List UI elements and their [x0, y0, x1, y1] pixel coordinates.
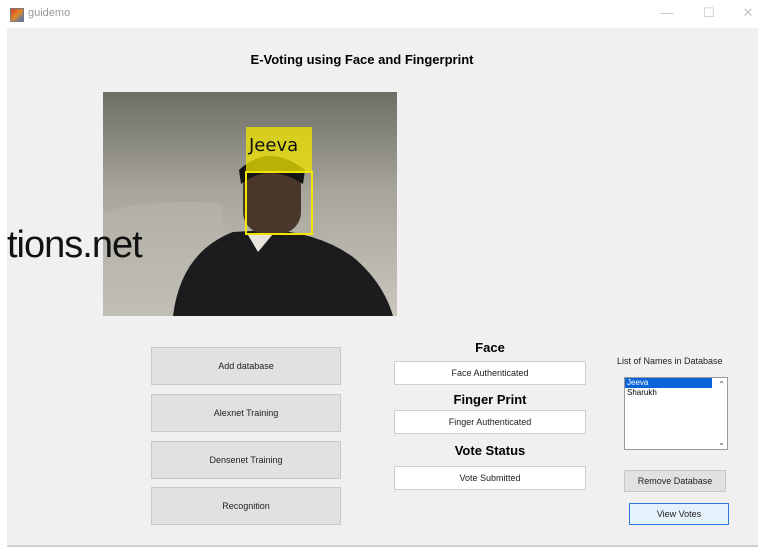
vote-status-field: Vote Submitted — [394, 466, 586, 490]
detected-name-label: Jeeva — [249, 135, 299, 156]
scroll-down-icon[interactable]: ⌄ — [718, 438, 725, 447]
matlab-app-icon — [10, 8, 24, 22]
maximize-icon[interactable]: ☐ — [697, 4, 721, 22]
view-votes-button[interactable]: View Votes — [629, 503, 729, 525]
figure-panel: E-Voting using Face and Fingerprint Jeev… — [7, 28, 758, 546]
watermark-text: tions.net — [7, 224, 143, 266]
alexnet-training-button[interactable]: Alexnet Training — [151, 394, 341, 432]
database-list-label: List of Names in Database — [617, 356, 723, 366]
minimize-icon[interactable]: — — [655, 4, 679, 22]
face-section-label: Face — [475, 340, 505, 355]
face-status-field: Face Authenticated — [394, 361, 586, 385]
camera-frame-image — [103, 92, 397, 316]
window-title: guidemo — [28, 7, 71, 19]
vote-status-section-label: Vote Status — [454, 443, 526, 458]
fingerprint-status-field: Finger Authenticated — [394, 410, 586, 434]
list-item[interactable]: Sharukh — [625, 388, 712, 398]
remove-database-button[interactable]: Remove Database — [624, 470, 726, 492]
densenet-training-button[interactable]: Densenet Training — [151, 441, 341, 479]
database-names-listbox[interactable]: Jeeva Sharukh ⌃ ⌄ — [624, 377, 728, 450]
window-bottom-edge — [7, 545, 758, 547]
fingerprint-section-label: Finger Print — [453, 392, 527, 407]
page-title: E-Voting using Face and Fingerprint — [250, 52, 474, 67]
recognition-button[interactable]: Recognition — [151, 487, 341, 525]
close-icon[interactable]: ✕ — [736, 4, 758, 22]
title-bar: guidemo — ☐ ✕ — [0, 0, 758, 28]
add-database-button[interactable]: Add database — [151, 347, 341, 385]
camera-view: Jeeva — [103, 92, 397, 316]
scroll-up-icon[interactable]: ⌃ — [718, 380, 725, 389]
list-item[interactable]: Jeeva — [625, 378, 712, 388]
